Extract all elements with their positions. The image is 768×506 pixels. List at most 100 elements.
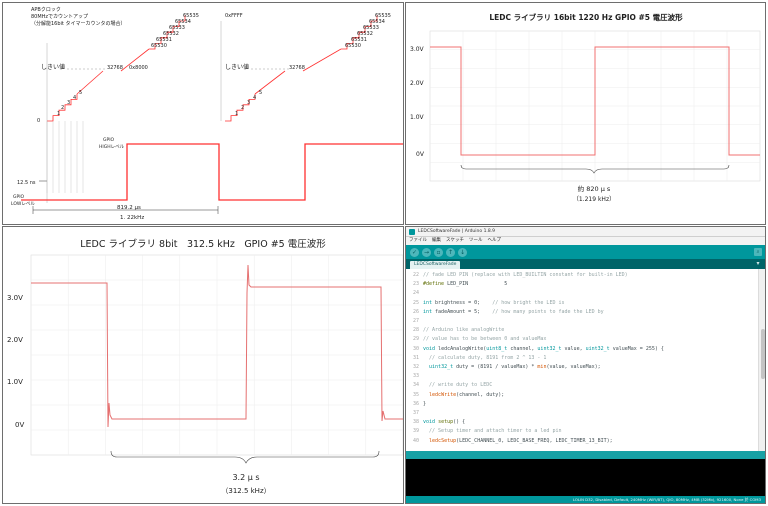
count-label-3: 3	[67, 100, 70, 106]
tab-sketch[interactable]: LEDCSoftwareFade	[410, 261, 461, 269]
menu-file[interactable]: ファイル	[409, 237, 427, 245]
line-number: 34	[412, 382, 419, 389]
line-number: 31	[412, 354, 419, 361]
code-line[interactable]: 26 int fadeAmount = 5; // how many points…	[406, 308, 758, 317]
ide-toolbar: ✓ → ▫ ↑ ↓ ⌕	[406, 245, 765, 259]
code-token: uint8_t	[486, 345, 508, 352]
gpio-high-label-1: GPIO	[103, 137, 115, 143]
editor-scrollbar[interactable]	[758, 269, 765, 451]
code-line[interactable]: 25 int brightness = 0; // how bright the …	[406, 299, 758, 308]
threshold-hex-label: 0x8000	[129, 65, 148, 71]
code-line[interactable]: 27	[406, 317, 758, 326]
tick-period-label: 12.5 ns	[17, 180, 36, 186]
open-sketch-button[interactable]: ↑	[446, 247, 455, 257]
new-sketch-button[interactable]: ▫	[434, 247, 443, 257]
ide-console[interactable]	[406, 459, 765, 496]
staircase-ramp	[302, 48, 342, 72]
scope-8bit-plot: LEDC ライブラリ 8bit 312.5 kHz GPIO #5 電圧波形 3…	[7, 238, 403, 495]
threshold-value-2: 32768	[289, 65, 305, 71]
count-label-2: 2	[61, 105, 64, 111]
code-line[interactable]: 30 void ledcAnalogWrite(uint8_t channel, …	[406, 345, 758, 354]
count-label-65532: 65532	[163, 31, 179, 37]
gpio-low-label-1: GPIO	[13, 194, 25, 200]
code-line[interactable]: 33	[406, 372, 758, 381]
code-line[interactable]: 28 // Arduino like analogWrite	[406, 326, 758, 335]
code-token: uint32_t	[537, 345, 562, 352]
line-number: 23	[412, 281, 419, 288]
code-line[interactable]: 29 // value has to be between 0 and value…	[406, 335, 758, 344]
code-line[interactable]: 31 // calculate duty, 8191 from 2 ^ 13 -…	[406, 354, 758, 363]
code-line[interactable]: 22 // fade LED PIN (replace with LED_BUIL…	[406, 271, 758, 280]
line-number: 37	[412, 410, 419, 416]
count-label-65531: 65531	[156, 37, 172, 43]
count-label-5-b: 5	[259, 90, 262, 96]
code-token: // Arduino like analogWrite	[423, 327, 505, 334]
serial-monitor-button[interactable]: ⌕	[754, 248, 762, 256]
count-label-65530-b: 65530	[345, 43, 361, 49]
upload-button[interactable]: →	[422, 247, 431, 257]
arrow-down-icon: ↓	[459, 248, 466, 256]
code-token: valueMax = 255) {	[609, 345, 664, 352]
line-number: 39	[412, 428, 419, 435]
staircase-path	[225, 94, 256, 122]
ytick-0v: 0V	[15, 421, 24, 429]
code-line[interactable]: 39 // Setup timer and attach timer to a …	[406, 427, 758, 436]
line-number: 33	[412, 373, 419, 380]
line-number: 26	[412, 308, 419, 315]
ide-title-bar: LEDCSoftwareFade | Arduino 1.8.9	[406, 227, 765, 237]
code-line[interactable]: 34 // write duty to LEDC	[406, 381, 758, 390]
code-line[interactable]: 36}	[406, 400, 758, 409]
ytick-3v: 3.0V	[7, 294, 23, 302]
code-token: int	[423, 308, 433, 315]
line-number: 40	[412, 437, 419, 444]
code-token: #define	[423, 281, 445, 288]
code-token: duty = (8191 / valueMax) *	[453, 364, 538, 370]
ytick-0v: 0V	[416, 151, 425, 158]
code-token: (LEDC_CHANNEL_0, LEDC_BASE_FREQ, LEDC_TI…	[456, 437, 613, 444]
verify-button[interactable]: ✓	[410, 247, 419, 257]
menu-help[interactable]: ヘルプ	[488, 237, 502, 245]
new-file-icon: ▫	[436, 248, 441, 256]
ytick-3v: 3.0V	[410, 46, 425, 53]
code-token: uint32_t	[585, 345, 610, 352]
code-token: }	[423, 400, 427, 407]
menu-sketch[interactable]: スケッチ	[446, 237, 464, 245]
line-number: 35	[412, 391, 419, 398]
ytick-2v: 2.0V	[7, 336, 23, 344]
line-number: 29	[412, 336, 419, 343]
gpio-pwm-waveform	[21, 143, 403, 201]
code-line[interactable]: 35 ledcWrite(channel, duty);	[406, 391, 758, 400]
scope-16bit-panel: LEDC ライブラリ 16bit 1220 Hz GPIO #5 電圧波形 3.…	[405, 2, 766, 225]
scope-16bit-title: LEDC ライブラリ 16bit 1220 Hz GPIO #5 電圧波形	[489, 12, 683, 22]
line-number: 38	[412, 419, 419, 426]
code-line[interactable]: 23 #define LED_PIN 5	[406, 280, 758, 289]
code-token: () {	[453, 419, 466, 426]
scope-8bit-panel: LEDC ライブラリ 8bit 312.5 kHz GPIO #5 電圧波形 3…	[2, 226, 404, 504]
gpio-low-label-2: LOWレベル	[11, 201, 35, 207]
code-token: ledcAnalogWrite(	[435, 345, 487, 352]
apb-timing-diagram: APBクロック 80MHzでカウントアップ （分解能16bit タイマーカウンタ…	[11, 7, 403, 221]
tab-menu-button[interactable]: ▾	[754, 260, 762, 268]
count-zero-label: 0	[37, 118, 40, 124]
menu-tools[interactable]: ツール	[469, 237, 483, 245]
code-line[interactable]: 38 void setup() {	[406, 418, 758, 427]
scope-8bit-title: LEDC ライブラリ 8bit 312.5 kHz GPIO #5 電圧波形	[80, 238, 326, 250]
code-line[interactable]: 37	[406, 409, 758, 418]
save-sketch-button[interactable]: ↓	[458, 247, 467, 257]
frequency-value-8bit: （312.5 kHz）	[221, 487, 270, 495]
code-token: // how bright the LED is	[492, 299, 565, 306]
menu-edit[interactable]: 編集	[432, 237, 441, 245]
apb-timing-diagram-panel: APBクロック 80MHzでカウントアップ （分解能16bit タイマーカウンタ…	[2, 2, 404, 225]
code-line[interactable]: 32 uint32_t duty = (8191 / valueMax) * m…	[406, 363, 758, 372]
scrollbar-thumb[interactable]	[761, 329, 765, 379]
count-label-3-b: 3	[247, 100, 250, 106]
code-line[interactable]: 24	[406, 289, 758, 298]
count-label-65535: 65535	[183, 13, 199, 19]
code-line[interactable]: 40 ledcSetup(LEDC_CHANNEL_0, LEDC_BASE_F…	[406, 437, 758, 446]
ytick-1v: 1.0V	[410, 114, 425, 121]
code-token: (value, valueMax);	[546, 364, 601, 370]
threshold-label-2: しきい値	[225, 63, 249, 71]
arduino-ide-window: LEDCSoftwareFade | Arduino 1.8.9 ファイル 編集…	[405, 226, 766, 504]
code-token: // how many points to fade the LED by	[492, 308, 604, 315]
code-editor[interactable]: 22 // fade LED PIN (replace with LED_BUIL…	[406, 269, 758, 451]
